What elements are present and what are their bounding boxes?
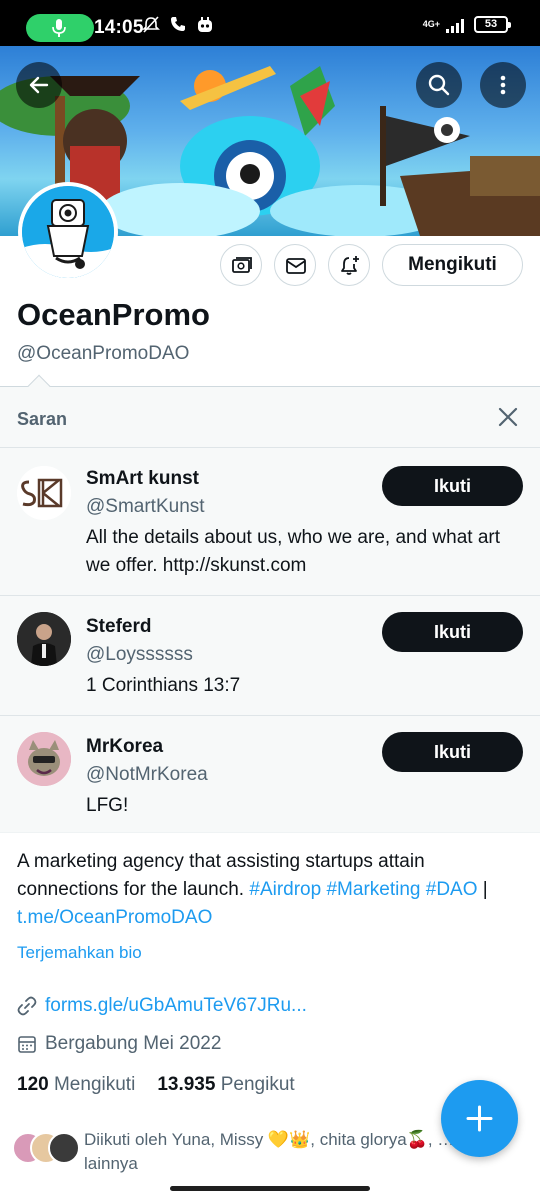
battery-icon: 53 (474, 16, 511, 33)
search-icon (428, 74, 450, 96)
bio-separator: | (482, 879, 488, 900)
avatar-ship-logo (22, 186, 114, 278)
suggestion-bio: LFG! (86, 795, 129, 816)
monetize-button[interactable] (220, 244, 262, 286)
profile-avatar[interactable] (18, 182, 118, 282)
signal-icon (446, 18, 464, 33)
profile-handle: @OceanPromoDAO (17, 343, 190, 364)
following-stat[interactable]: 120 Mengikuti (17, 1074, 135, 1096)
calendar-icon (18, 1036, 36, 1053)
follow-button[interactable]: Ikuti (382, 732, 523, 772)
back-button[interactable] (16, 62, 62, 108)
mrkorea-art (17, 732, 71, 786)
followed-by-text: Diikuti oleh Yuna, Missy 💛👑, chita glory… (84, 1130, 455, 1149)
message-button[interactable] (274, 244, 316, 286)
mic-active-indicator (26, 14, 94, 42)
mic-icon (52, 19, 66, 37)
more-options-button[interactable] (480, 62, 526, 108)
search-button[interactable] (416, 62, 462, 108)
followed-by-more: lainnya (84, 1154, 138, 1173)
follow-button[interactable]: Ikuti (382, 466, 523, 506)
profile-name: OceanPromo (17, 297, 210, 332)
hashtag-link[interactable]: #Marketing (326, 879, 420, 900)
hashtag-link[interactable]: #DAO (426, 879, 478, 900)
follow-button[interactable]: Ikuti (382, 612, 523, 652)
avatar[interactable] (17, 612, 71, 666)
status-time: 14:05 (94, 17, 144, 38)
joined-row: Bergabung Mei 2022 (17, 1033, 221, 1055)
suggestion-bio: All the details about us, who we are, an… (86, 527, 501, 576)
website-link[interactable]: forms.gle/uGbAmuTeV67JRu... (45, 995, 307, 1017)
steferd-photo (17, 612, 71, 666)
status-bar: 14:05 4G+ 53 (0, 0, 540, 46)
followers-stat[interactable]: 13.935 Pengikut (157, 1074, 294, 1096)
suggestion-bio: 1 Corinthians 13:7 (86, 675, 241, 696)
suggestions-panel: Saran SmArt kunst @SmartKunst All the de… (0, 386, 540, 833)
mail-icon (286, 258, 306, 274)
mute-icon (142, 16, 160, 33)
avatar (48, 1132, 80, 1164)
suggestions-title: Saran (17, 409, 68, 429)
bell-plus-icon (341, 256, 359, 275)
plus-icon (466, 1105, 493, 1132)
close-icon[interactable] (496, 405, 520, 429)
link-icon (17, 996, 37, 1016)
arrow-left-icon (29, 76, 49, 94)
suggestion-handle: @SmartKunst (86, 496, 205, 517)
compose-button[interactable] (441, 1080, 518, 1157)
phone-icon (171, 17, 185, 31)
suggestion-name[interactable]: SmArt kunst (86, 468, 199, 490)
smartkunst-logo (17, 466, 71, 520)
network-type: 4G+ (422, 19, 440, 29)
translate-bio-link[interactable]: Terjemahkan bio (17, 943, 142, 963)
suggestion-item[interactable]: Steferd @Loyssssss 1 Corinthians 13:7 Ik… (0, 595, 540, 715)
more-vertical-icon (500, 75, 506, 95)
notify-button[interactable] (328, 244, 370, 286)
following-button[interactable]: Mengikuti (382, 244, 523, 286)
money-icon (232, 257, 252, 273)
app-notification-icon (198, 17, 212, 32)
suggestion-item[interactable]: MrKorea @NotMrKorea LFG! Ikuti (0, 715, 540, 833)
suggestion-handle: @Loyssssss (86, 644, 193, 665)
website-row: forms.gle/uGbAmuTeV67JRu... (17, 995, 307, 1017)
suggestion-handle: @NotMrKorea (86, 764, 208, 785)
home-indicator[interactable] (170, 1186, 370, 1191)
profile-bio: A marketing agency that assisting startu… (17, 848, 527, 932)
follow-stats: 120 Mengikuti 13.935 Pengikut (17, 1074, 295, 1096)
telegram-link[interactable]: t.me/OceanPromoDAO (17, 907, 212, 928)
suggestion-name[interactable]: Steferd (86, 616, 151, 638)
suggestion-name[interactable]: MrKorea (86, 736, 163, 758)
avatar[interactable] (17, 732, 71, 786)
suggestion-item[interactable]: SmArt kunst @SmartKunst All the details … (0, 447, 540, 595)
avatar[interactable] (17, 466, 71, 520)
hashtag-link[interactable]: #Airdrop (249, 879, 321, 900)
joined-date: Bergabung Mei 2022 (45, 1033, 222, 1054)
